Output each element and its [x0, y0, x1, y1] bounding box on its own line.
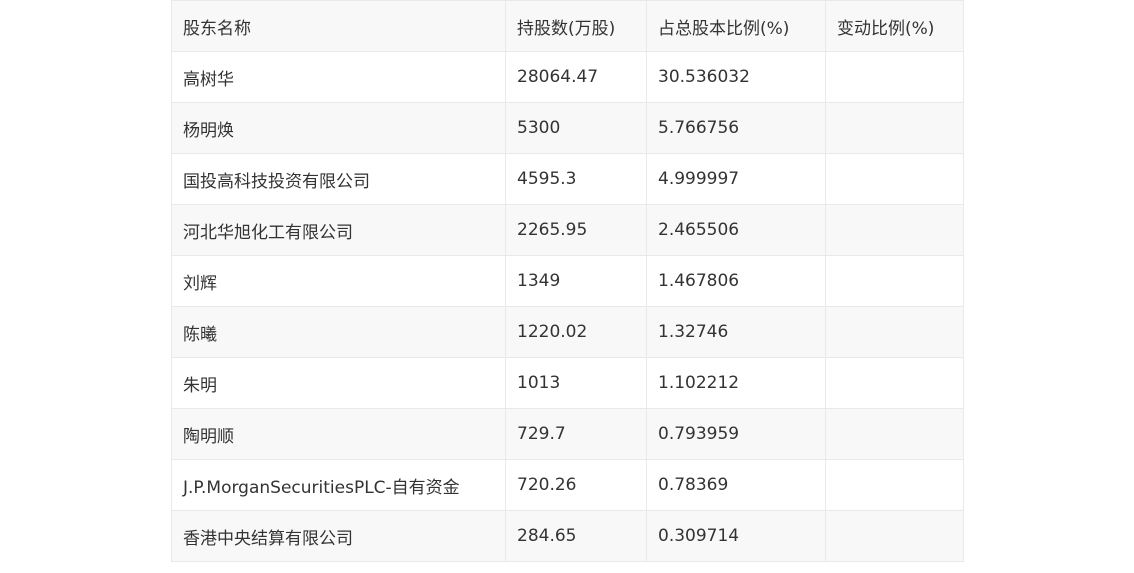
cell-shares-held: 28064.47	[505, 51, 647, 103]
cell-change-ratio	[825, 408, 964, 460]
cell-change-ratio	[825, 153, 964, 205]
cell-shareholder-name: 高树华	[171, 51, 506, 103]
shareholder-table: 股东名称 持股数(万股) 占总股本比例(%) 变动比例(%) 高树华 28064…	[171, 0, 964, 562]
cell-shareholder-name: 朱明	[171, 357, 506, 409]
cell-share-ratio: 2.465506	[646, 204, 826, 256]
table-row: 刘辉 1349 1.467806	[171, 255, 964, 307]
cell-shares-held: 284.65	[505, 510, 647, 562]
cell-shareholder-name: 杨明焕	[171, 102, 506, 154]
table-row: 河北华旭化工有限公司 2265.95 2.465506	[171, 204, 964, 256]
table-row: 香港中央结算有限公司 284.65 0.309714	[171, 510, 964, 562]
header-shares-held: 持股数(万股)	[505, 0, 647, 52]
cell-share-ratio: 1.467806	[646, 255, 826, 307]
header-change-ratio: 变动比例(%)	[825, 0, 964, 52]
header-shareholder-name: 股东名称	[171, 0, 506, 52]
cell-change-ratio	[825, 357, 964, 409]
table-row: 陈曦 1220.02 1.32746	[171, 306, 964, 358]
cell-shares-held: 5300	[505, 102, 647, 154]
cell-share-ratio: 0.78369	[646, 459, 826, 511]
table-row: 陶明顺 729.7 0.793959	[171, 408, 964, 460]
cell-shareholder-name: 河北华旭化工有限公司	[171, 204, 506, 256]
cell-change-ratio	[825, 459, 964, 511]
cell-change-ratio	[825, 102, 964, 154]
cell-share-ratio: 0.793959	[646, 408, 826, 460]
table-row: 杨明焕 5300 5.766756	[171, 102, 964, 154]
cell-change-ratio	[825, 510, 964, 562]
cell-change-ratio	[825, 204, 964, 256]
cell-shareholder-name: 香港中央结算有限公司	[171, 510, 506, 562]
shareholder-table-container: 股东名称 持股数(万股) 占总股本比例(%) 变动比例(%) 高树华 28064…	[171, 0, 964, 562]
cell-shareholder-name: 国投高科技投资有限公司	[171, 153, 506, 205]
cell-shares-held: 1013	[505, 357, 647, 409]
cell-shares-held: 2265.95	[505, 204, 647, 256]
cell-change-ratio	[825, 306, 964, 358]
cell-change-ratio	[825, 255, 964, 307]
cell-share-ratio: 5.766756	[646, 102, 826, 154]
cell-share-ratio: 1.102212	[646, 357, 826, 409]
cell-share-ratio: 1.32746	[646, 306, 826, 358]
cell-shares-held: 720.26	[505, 459, 647, 511]
cell-share-ratio: 0.309714	[646, 510, 826, 562]
header-row: 股东名称 持股数(万股) 占总股本比例(%) 变动比例(%)	[171, 0, 964, 52]
cell-shareholder-name: 刘辉	[171, 255, 506, 307]
cell-share-ratio: 30.536032	[646, 51, 826, 103]
cell-change-ratio	[825, 51, 964, 103]
table-row: 国投高科技投资有限公司 4595.3 4.999997	[171, 153, 964, 205]
cell-share-ratio: 4.999997	[646, 153, 826, 205]
cell-shareholder-name: 陶明顺	[171, 408, 506, 460]
table-row: 高树华 28064.47 30.536032	[171, 51, 964, 103]
cell-shares-held: 1220.02	[505, 306, 647, 358]
cell-shareholder-name: J.P.MorganSecuritiesPLC-自有资金	[171, 459, 506, 511]
cell-shares-held: 729.7	[505, 408, 647, 460]
table-body: 高树华 28064.47 30.536032 杨明焕 5300 5.766756…	[171, 51, 964, 562]
cell-shareholder-name: 陈曦	[171, 306, 506, 358]
table-row: 朱明 1013 1.102212	[171, 357, 964, 409]
cell-shares-held: 1349	[505, 255, 647, 307]
table-row: J.P.MorganSecuritiesPLC-自有资金 720.26 0.78…	[171, 459, 964, 511]
cell-shares-held: 4595.3	[505, 153, 647, 205]
header-share-ratio: 占总股本比例(%)	[646, 0, 826, 52]
table-header: 股东名称 持股数(万股) 占总股本比例(%) 变动比例(%)	[171, 0, 964, 52]
